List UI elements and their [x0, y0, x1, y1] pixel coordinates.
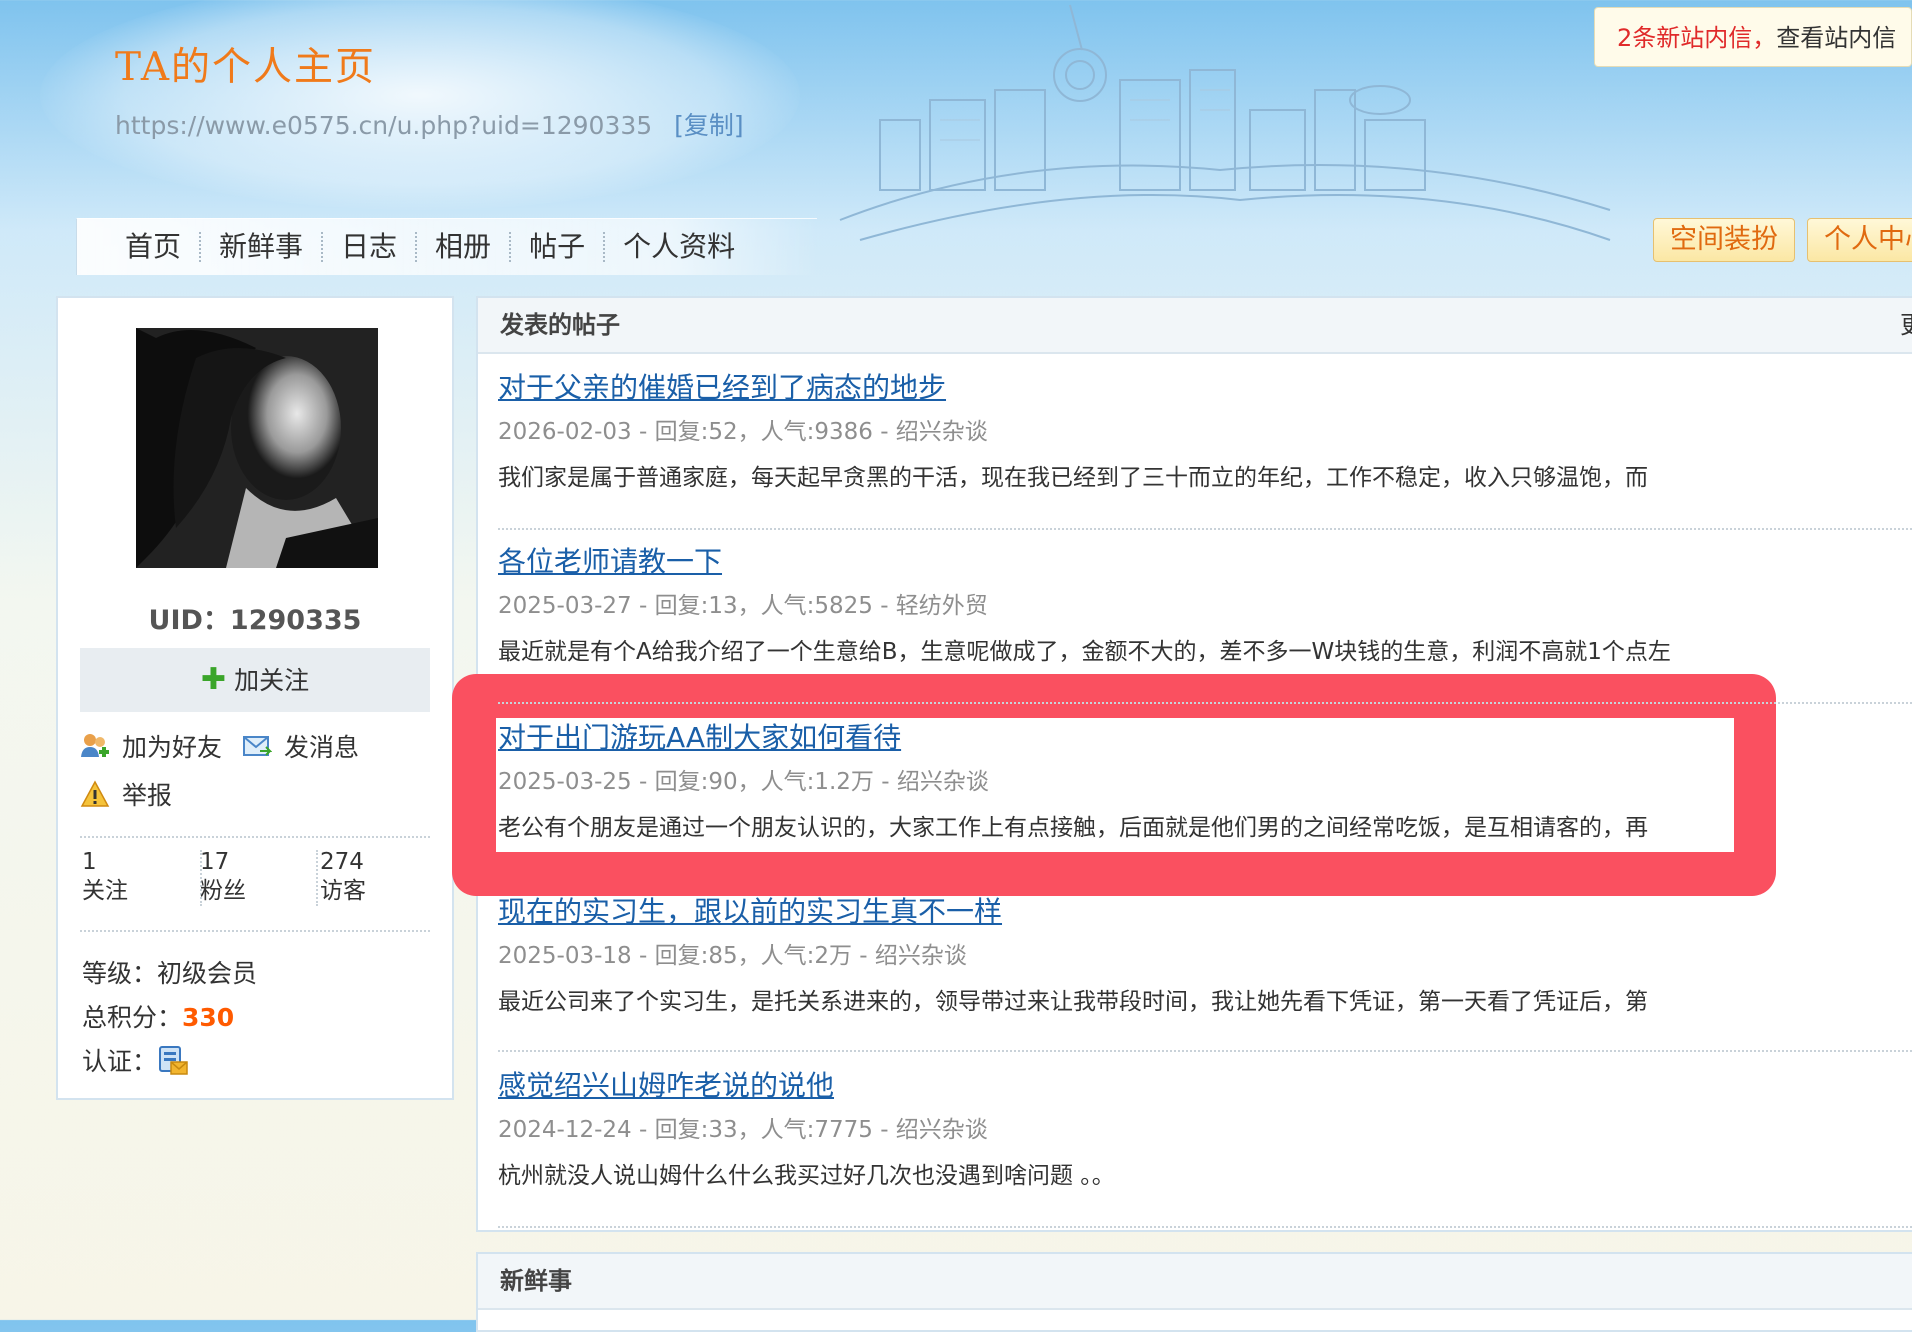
post-summary: 我们家是属于普通家庭，每天起早贪黑的干活，现在我已经到了三十而立的年纪，工作不稳… — [498, 465, 1648, 491]
nav-item-blog[interactable]: 日志 — [323, 232, 418, 262]
nav-item-news[interactable]: 新鲜事 — [201, 232, 324, 262]
post-summary: 杭州就没人说山姆什么什么我买过好几次也没遇到啥问题 。。 — [498, 1163, 1115, 1189]
more-link[interactable]: 更 — [1900, 298, 1912, 352]
posts-heading: 发表的帖子 — [500, 311, 620, 339]
post-meta: 2024-12-24 - 回复:33，人气:7775 - 绍兴杂谈 — [498, 1117, 988, 1143]
space-decorate-button[interactable]: 空间装扮 — [1653, 218, 1795, 262]
post-title-link[interactable]: 感觉绍兴山姆咋老说的说他 — [498, 1066, 1912, 1106]
follow-label: 加关注 — [234, 666, 310, 695]
report-button[interactable]: 举报 — [80, 776, 172, 812]
page-title: TA的个人主页 — [115, 45, 377, 90]
post-item: 对于出门游玩AA制大家如何看待 2025-03-25 - 回复:90，人气:1.… — [498, 718, 1912, 874]
stat-followers-label: 粉丝 — [200, 878, 246, 904]
warning-icon — [80, 779, 110, 809]
profile-card: UID：1290335 ✚ 加关注 加为好友 发消息 举报 1 关注 17 粉丝 … — [56, 296, 454, 1100]
post-meta: 2025-03-27 - 回复:13，人气:5825 - 轻纺外贸 — [498, 593, 988, 619]
copy-url-link[interactable]: [复制] — [674, 111, 744, 140]
nav-item-posts[interactable]: 帖子 — [511, 232, 606, 262]
level-label: 等级： — [82, 959, 158, 988]
divider — [80, 930, 430, 932]
level-value: 初级会员 — [157, 959, 258, 988]
message-notification[interactable]: 2条新站内信，查看站内信 — [1594, 7, 1912, 67]
posts-panel-header: 发表的帖子 更 — [478, 298, 1912, 354]
personal-center-button[interactable]: 个人中心 — [1807, 218, 1912, 262]
nav-item-profile[interactable]: 个人资料 — [605, 232, 753, 262]
report-label: 举报 — [122, 781, 173, 810]
header-cloud-decoration — [40, 0, 800, 210]
profile-url: https://www.e0575.cn/u.php?uid=1290335 [复… — [115, 106, 744, 142]
stat-following-label: 关注 — [82, 878, 128, 904]
send-message-button[interactable]: 发消息 — [242, 728, 359, 764]
post-title-link[interactable]: 现在的实习生，跟以前的实习生真不一样 — [498, 892, 1912, 932]
main-nav: 首页 新鲜事 日志 相册 帖子 个人资料 — [76, 218, 817, 275]
post-summary: 最近就是有个A给我介绍了一个生意给B，生意呢做成了，金额不大的，差不多一W块钱的… — [498, 639, 1671, 665]
post-meta: 2025-03-25 - 回复:90，人气:1.2万 - 绍兴杂谈 — [498, 769, 989, 795]
nav-item-home[interactable]: 首页 — [125, 232, 202, 262]
add-friend-button[interactable]: 加为好友 — [80, 728, 222, 764]
stat-visitors-value: 274 — [320, 849, 364, 875]
new-message-count[interactable]: 2条新站内信， — [1617, 24, 1776, 52]
stat-following[interactable]: 1 关注 — [82, 848, 192, 906]
score-row: 总积分：330 — [82, 998, 234, 1034]
post-summary: 老公有个朋友是通过一个朋友认识的，大家工作上有点接触，后面就是他们男的之间经常吃… — [498, 815, 1648, 841]
add-friend-icon — [80, 731, 110, 761]
add-friend-label: 加为好友 — [122, 733, 223, 762]
post-title-link[interactable]: 对于出门游玩AA制大家如何看待 — [498, 718, 1912, 758]
post-item: 各位老师请教一下 2025-03-27 - 回复:13，人气:5825 - 轻纺… — [498, 542, 1912, 704]
news-heading: 新鲜事 — [500, 1267, 572, 1295]
plus-icon: ✚ — [200, 662, 227, 697]
stat-visitors-label: 访客 — [320, 878, 366, 904]
score-value: 330 — [182, 1003, 235, 1032]
nav-item-album[interactable]: 相册 — [417, 232, 512, 262]
news-panel: 新鲜事 — [476, 1252, 1912, 1332]
post-item: 对于父亲的催婚已经到了病态的地步 2026-02-03 - 回复:52，人气:9… — [498, 368, 1912, 530]
score-label: 总积分： — [82, 1003, 183, 1032]
user-id: UID：1290335 — [148, 605, 362, 636]
city-illustration — [839, 4, 1611, 241]
stat-followers[interactable]: 17 粉丝 — [200, 848, 310, 906]
stat-visitors[interactable]: 274 访客 — [320, 848, 430, 906]
news-panel-header: 新鲜事 — [478, 1254, 1912, 1310]
cert-row: 认证： — [82, 1042, 189, 1078]
view-messages-link[interactable]: 查看站内信 — [1776, 24, 1896, 52]
cert-label: 认证： — [82, 1047, 158, 1076]
post-item: 感觉绍兴山姆咋老说的说他 2024-12-24 - 回复:33，人气:7775 … — [498, 1066, 1912, 1228]
post-item: 现在的实习生，跟以前的实习生真不一样 2025-03-18 - 回复:85，人气… — [498, 892, 1912, 1052]
message-icon — [242, 731, 273, 761]
stat-followers-value: 17 — [200, 849, 230, 875]
level-row: 等级：初级会员 — [82, 954, 257, 990]
post-summary: 最近公司来了个实习生，是托关系进来的，领导带过来让我带段时间，我让她先看下凭证，… — [498, 989, 1648, 1015]
stat-divider — [316, 850, 318, 906]
follow-button[interactable]: ✚ 加关注 — [80, 648, 430, 712]
post-meta: 2025-03-18 - 回复:85，人气:2万 - 绍兴杂谈 — [498, 943, 967, 969]
stat-following-value: 1 — [82, 849, 97, 875]
avatar[interactable] — [136, 328, 378, 568]
post-title-link[interactable]: 各位老师请教一下 — [498, 542, 1912, 582]
send-message-label: 发消息 — [284, 733, 360, 762]
page-header: TA的个人主页 https://www.e0575.cn/u.php?uid=1… — [0, 0, 1912, 290]
divider — [80, 836, 430, 838]
profile-url-text: https://www.e0575.cn/u.php?uid=1290335 — [115, 111, 653, 140]
post-meta: 2026-02-03 - 回复:52，人气:9386 - 绍兴杂谈 — [498, 419, 988, 445]
certification-icon[interactable] — [157, 1044, 189, 1076]
post-title-link[interactable]: 对于父亲的催婚已经到了病态的地步 — [498, 368, 1912, 408]
